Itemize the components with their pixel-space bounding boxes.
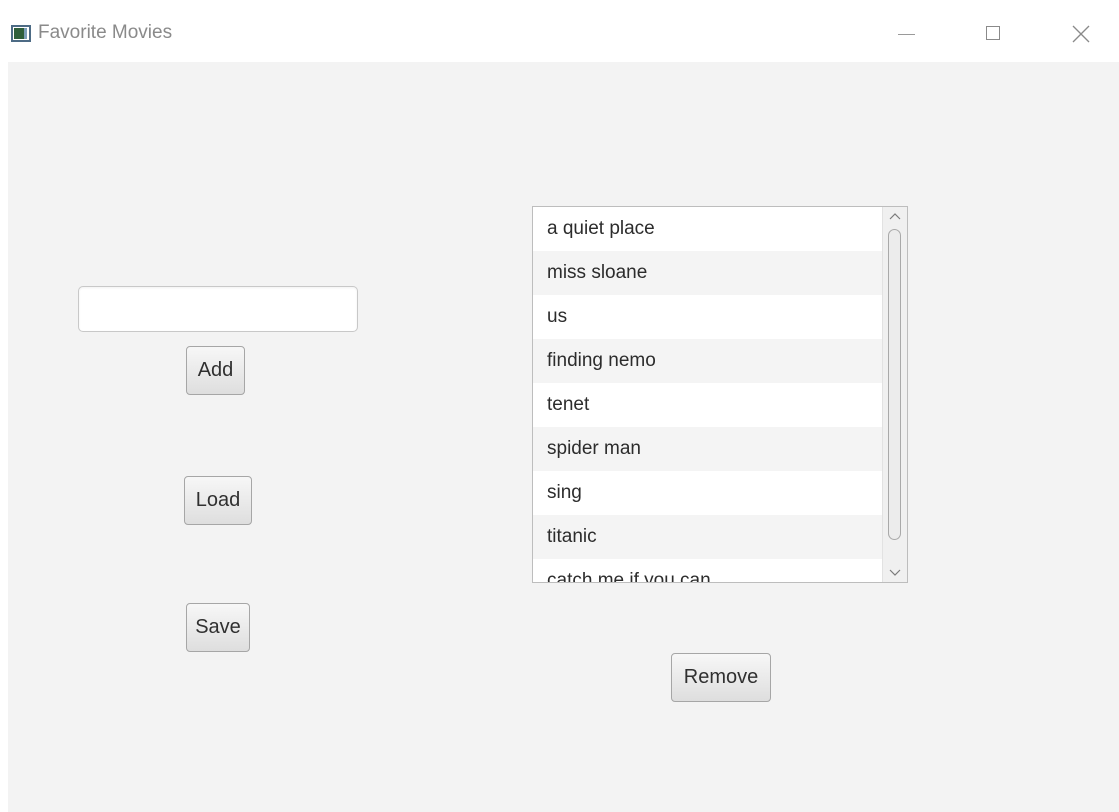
list-item[interactable]: spider man [533,427,882,471]
app-icon [11,25,31,42]
add-button[interactable]: Add [186,346,245,395]
vertical-scrollbar[interactable] [882,207,907,582]
list-item[interactable]: titanic [533,515,882,559]
minimize-button[interactable] [882,16,928,50]
maximize-icon [986,26,1000,40]
title-bar[interactable]: Favorite Movies [0,0,1119,62]
scroll-up-button[interactable] [883,207,907,227]
movie-list[interactable]: a quiet place miss sloane us finding nemo te… [532,206,908,583]
window-title: Favorite Movies [38,22,173,43]
scroll-thumb[interactable] [888,229,901,540]
save-button[interactable]: Save [186,603,250,652]
close-icon [1072,25,1090,43]
movie-title-input[interactable] [78,286,358,332]
movie-list-items: a quiet place miss sloane us finding nemo te… [533,207,882,582]
list-item[interactable]: a quiet place [533,207,882,251]
maximize-button[interactable] [970,16,1016,50]
close-button[interactable] [1058,16,1104,50]
list-item[interactable]: finding nemo [533,339,882,383]
load-button[interactable]: Load [184,476,252,525]
list-item[interactable]: catch me if you can [533,559,882,582]
list-item[interactable]: sing [533,471,882,515]
minimize-icon [898,34,915,35]
scroll-down-button[interactable] [883,562,907,582]
list-item[interactable]: miss sloane [533,251,882,295]
chevron-up-icon [889,213,901,220]
list-item[interactable]: us [533,295,882,339]
main-content: Add Load Save a quiet place miss sloane us… [8,62,1119,812]
remove-button[interactable]: Remove [671,653,771,702]
list-item[interactable]: tenet [533,383,882,427]
chevron-down-icon [889,569,901,576]
